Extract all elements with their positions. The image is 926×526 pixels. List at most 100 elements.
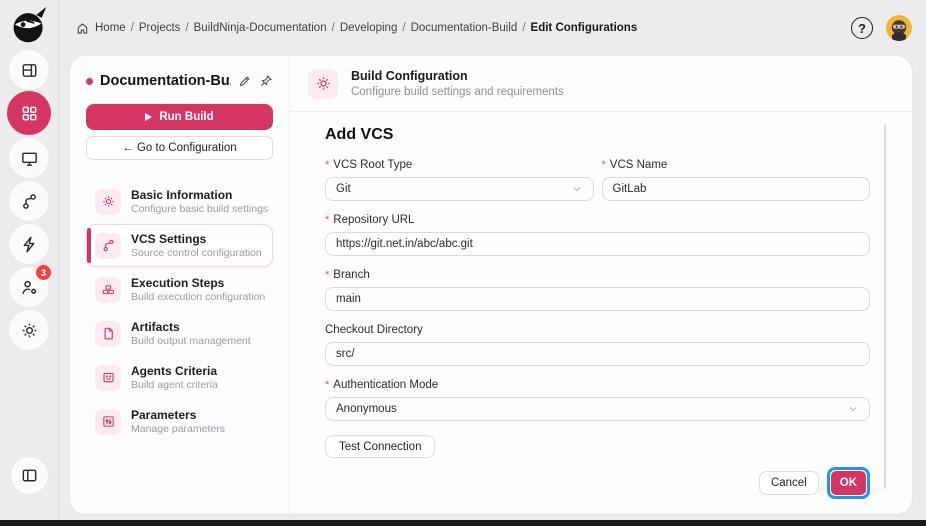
buildninja-logo xyxy=(7,3,51,47)
projects-grid-icon[interactable] xyxy=(7,91,51,135)
menu-item-execution-steps[interactable]: Execution Steps Build execution configur… xyxy=(86,268,273,311)
required-marker: * xyxy=(602,159,606,171)
form-title: Add VCS xyxy=(325,126,870,144)
menu-item-label: Artifacts xyxy=(131,320,251,334)
field-label: Branch xyxy=(333,269,369,281)
app-window: 3 Home / Projects / BuildNinja-Documenta… xyxy=(0,0,926,526)
field-label: Authentication Mode xyxy=(333,379,438,391)
vcs-root-type-select[interactable]: Git xyxy=(325,177,594,201)
authentication-mode-label: * Authentication Mode xyxy=(325,379,870,391)
execution-steps-icon xyxy=(95,277,121,303)
content-shell: Documentation-Bu... Run Build ← Go to Co… xyxy=(70,56,912,514)
breadcrumb-projects[interactable]: Projects xyxy=(139,22,181,34)
main-header: Build Configuration Configure build sett… xyxy=(290,56,912,112)
breadcrumb-separator: / xyxy=(522,22,525,34)
form-content: Add VCS * VCS Root Type Git xyxy=(290,112,912,514)
required-marker: * xyxy=(325,159,329,171)
project-title: Documentation-Bu... xyxy=(100,73,231,89)
breadcrumb-build[interactable]: Documentation-Build xyxy=(411,22,518,34)
dialog-actions: Cancel OK xyxy=(325,467,870,499)
required-marker: * xyxy=(325,269,329,281)
menu-item-artifacts[interactable]: Artifacts Build output management xyxy=(86,312,273,355)
chevron-down-icon xyxy=(847,403,859,415)
vcs-name-label: * VCS Name xyxy=(602,159,871,171)
menu-item-label: Agents Criteria xyxy=(131,364,218,378)
main-header-subtitle: Configure build settings and requirement… xyxy=(351,86,564,98)
menu-item-description: Configure basic build settings xyxy=(131,203,264,215)
breadcrumb-separator: / xyxy=(185,22,188,34)
field-label: Checkout Directory xyxy=(325,324,423,336)
notification-badge: 3 xyxy=(36,265,51,280)
authentication-mode-value: Anonymous xyxy=(336,403,397,415)
menu-item-description: Build agent criteria xyxy=(131,379,218,391)
test-connection-button[interactable]: Test Connection xyxy=(325,435,435,458)
required-marker: * xyxy=(325,214,329,226)
main-header-title: Build Configuration xyxy=(351,69,564,83)
breadcrumb-separator: / xyxy=(332,22,335,34)
config-menu: Basic Information Configure basic build … xyxy=(86,180,273,443)
run-build-button[interactable]: Run Build xyxy=(86,104,273,130)
menu-item-vcs-settings[interactable]: VCS Settings Source control configuratio… xyxy=(86,224,273,267)
user-settings-icon[interactable]: 3 xyxy=(9,267,49,307)
field-label: VCS Name xyxy=(610,159,668,171)
cancel-button[interactable]: Cancel xyxy=(759,471,819,495)
project-panel: Documentation-Bu... Run Build ← Go to Co… xyxy=(70,56,290,514)
go-to-configuration-label: ← Go to Configuration xyxy=(122,142,236,154)
breadcrumb-current: Edit Configurations xyxy=(531,22,638,34)
dashboard-icon[interactable] xyxy=(9,50,49,90)
go-to-configuration-button[interactable]: ← Go to Configuration xyxy=(86,136,273,160)
menu-item-agents-criteria[interactable]: Agents Criteria Build agent criteria xyxy=(86,356,273,399)
settings-gear-icon[interactable] xyxy=(9,310,49,350)
branch-label: * Branch xyxy=(325,269,870,281)
vcs-name-input[interactable] xyxy=(602,177,871,201)
breadcrumb-subproject[interactable]: Developing xyxy=(340,22,398,34)
breadcrumb-project[interactable]: BuildNinja-Documentation xyxy=(194,22,327,34)
agent-face-icon xyxy=(95,365,121,391)
agents-monitor-icon[interactable] xyxy=(9,138,49,178)
menu-item-basic-information[interactable]: Basic Information Configure basic build … xyxy=(86,180,273,223)
scrollbar[interactable] xyxy=(884,124,886,489)
menu-item-label: Execution Steps xyxy=(131,276,264,290)
required-marker: * xyxy=(325,379,329,391)
repository-url-label: * Repository URL xyxy=(325,214,870,226)
home-icon xyxy=(76,22,89,35)
ninja-logo-icon xyxy=(9,5,49,45)
window-bottom-edge xyxy=(0,520,926,526)
document-icon xyxy=(95,321,121,347)
ok-button-highlight: OK xyxy=(827,467,870,499)
pin-icon[interactable] xyxy=(259,74,273,88)
breadcrumb-separator: / xyxy=(131,22,134,34)
avatar-ninja-icon xyxy=(886,15,912,41)
vcs-branch-icon[interactable] xyxy=(9,181,49,221)
build-config-gear-icon xyxy=(308,69,338,99)
edit-pencil-icon[interactable] xyxy=(238,74,252,88)
branch-input[interactable] xyxy=(325,287,870,311)
menu-item-parameters[interactable]: Parameters Manage parameters xyxy=(86,400,273,443)
menu-item-description: Build output management xyxy=(131,335,251,347)
menu-item-label: VCS Settings xyxy=(131,232,262,246)
vcs-root-type-value: Git xyxy=(336,183,351,195)
play-icon xyxy=(145,113,152,121)
repository-url-input[interactable] xyxy=(325,232,870,256)
parameters-sliders-icon xyxy=(95,409,121,435)
checkout-directory-label: Checkout Directory xyxy=(325,324,870,336)
triggers-lightning-icon[interactable] xyxy=(9,224,49,264)
git-branch-icon xyxy=(95,233,121,259)
field-label: Repository URL xyxy=(333,214,414,226)
menu-item-description: Build execution configuration xyxy=(131,291,264,303)
help-icon[interactable]: ? xyxy=(851,17,873,39)
breadcrumb: Home / Projects / BuildNinja-Documentati… xyxy=(76,22,637,35)
collapse-sidebar-icon[interactable] xyxy=(11,457,48,494)
ok-button[interactable]: OK xyxy=(831,471,866,495)
menu-item-label: Parameters xyxy=(131,408,225,422)
authentication-mode-select[interactable]: Anonymous xyxy=(325,397,870,421)
checkout-directory-input[interactable] xyxy=(325,342,870,366)
project-status-dot xyxy=(86,78,93,85)
menu-item-description: Source control configuration xyxy=(131,247,262,259)
vcs-root-type-label: * VCS Root Type xyxy=(325,159,594,171)
menu-item-description: Manage parameters xyxy=(131,423,225,435)
breadcrumb-home[interactable]: Home xyxy=(95,22,126,34)
chevron-down-icon xyxy=(571,183,583,195)
user-avatar[interactable] xyxy=(886,15,912,41)
gear-icon xyxy=(95,189,121,215)
